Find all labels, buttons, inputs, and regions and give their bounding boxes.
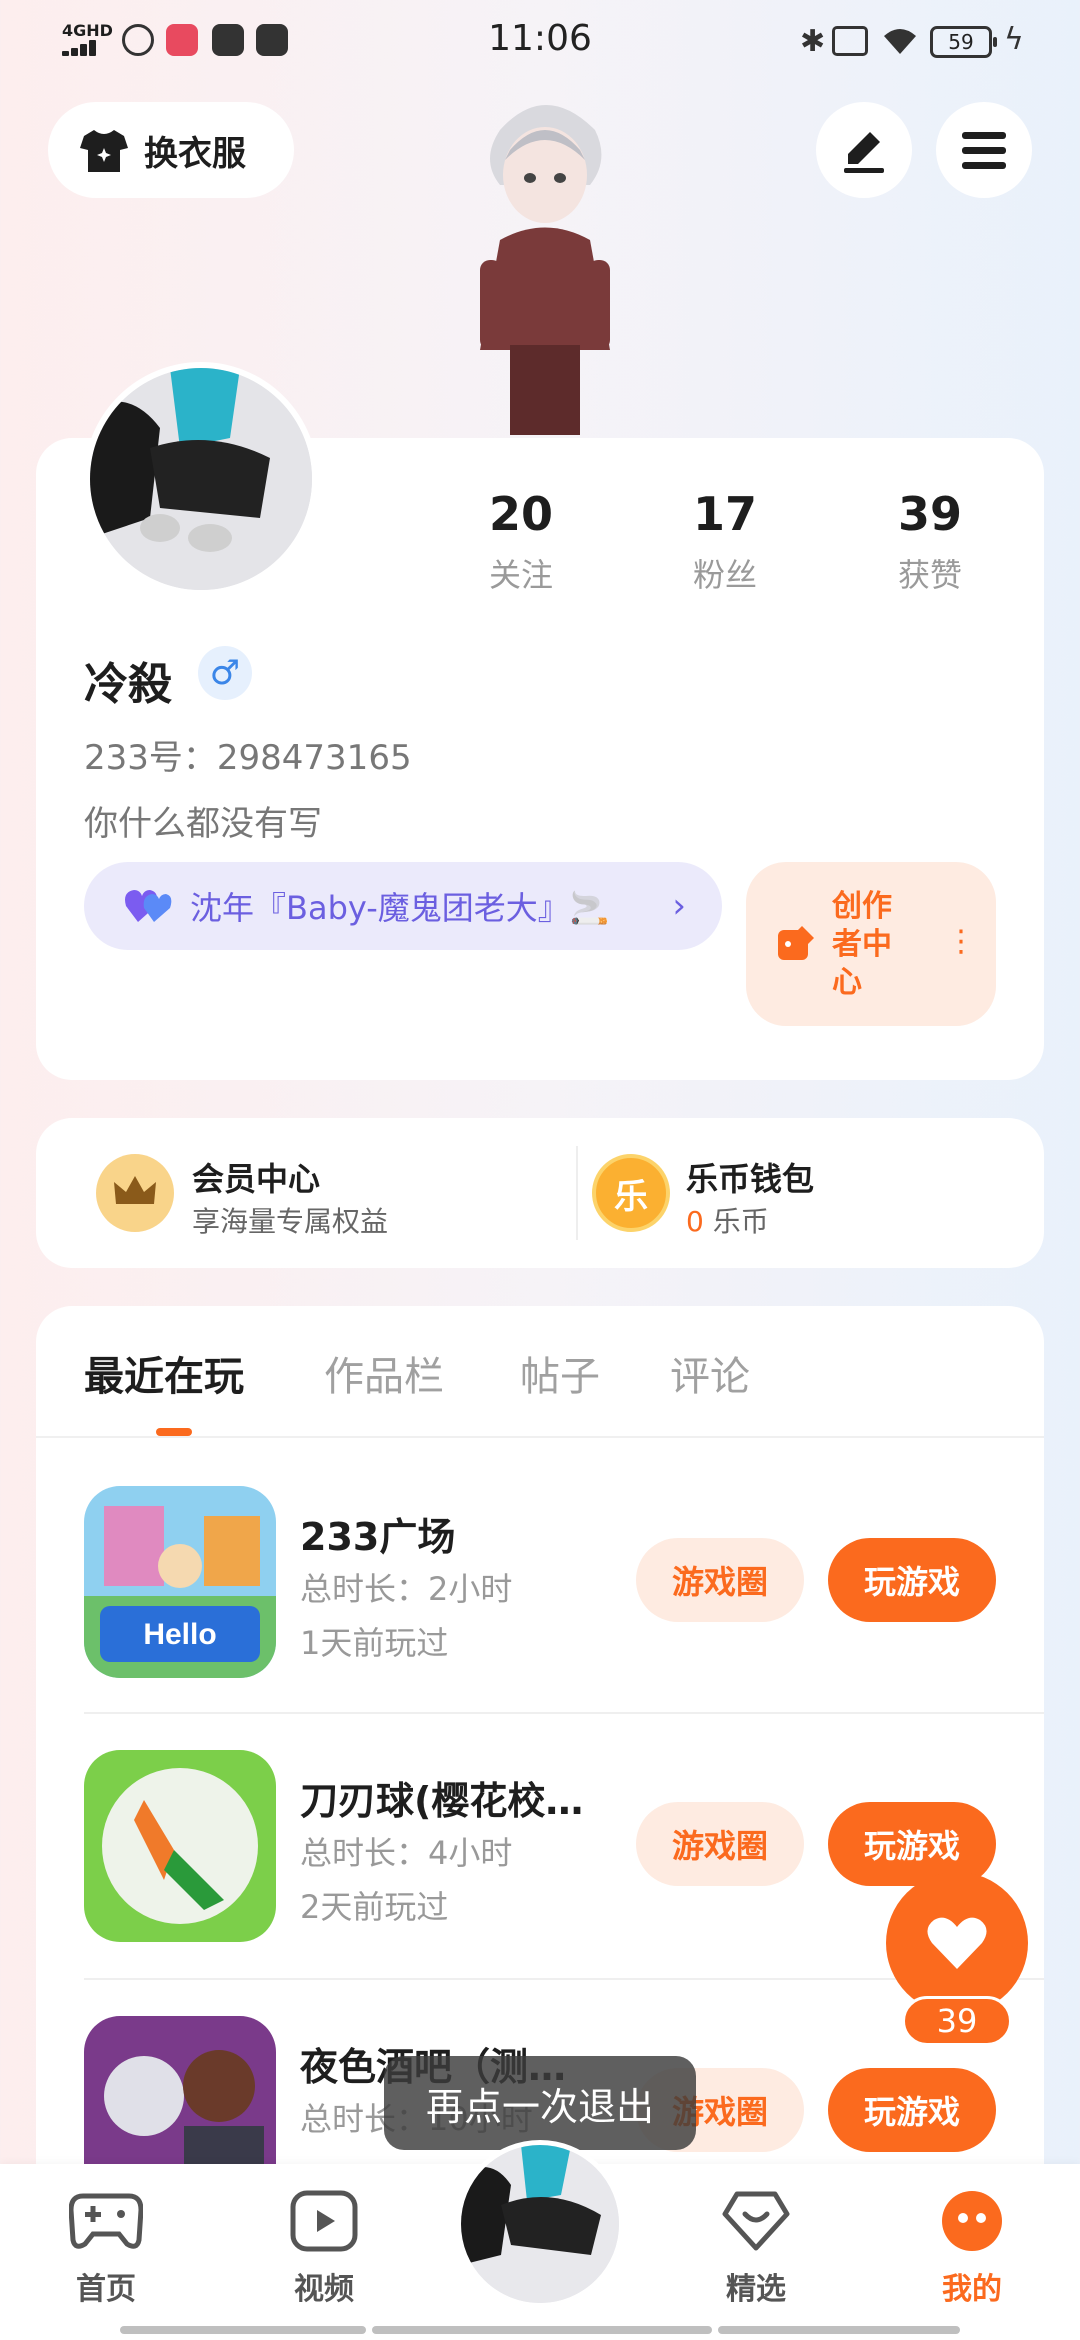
game-thumbnail[interactable] (84, 1750, 276, 1942)
gender-male-icon: ♂ (198, 646, 252, 700)
coin-balance: 0 乐币 (686, 1200, 769, 1240)
coin-unit: 乐币 (712, 1205, 769, 1238)
game-thumbnail[interactable]: Hello (84, 1486, 276, 1678)
nickname: 冷殺 (84, 659, 172, 710)
chevron-right-icon: › (672, 886, 686, 926)
game-last-played: 2天前玩过 (300, 1888, 449, 1926)
tab-posts[interactable]: 帖子 (520, 1344, 600, 1402)
vip-title[interactable]: 会员中心 (192, 1154, 320, 1200)
like-profile-button[interactable] (886, 1872, 1028, 2014)
double-heart-icon (125, 890, 172, 922)
wallet-card: 会员中心 享海量专属权益 乐 乐币钱包 0 乐币 (36, 1118, 1044, 1268)
nav-video[interactable]: 视频 (254, 2190, 394, 2308)
menu-button[interactable] (936, 102, 1032, 198)
play-game-button[interactable]: 玩游戏 (828, 2068, 996, 2152)
profile-face-icon (942, 2191, 1002, 2251)
stat-following[interactable]: 20 关注 (441, 486, 601, 596)
status-bar: 4GHD 11:06 ✱ 59 ϟ (0, 0, 1080, 80)
coin-wallet-title[interactable]: 乐币钱包 (686, 1154, 814, 1200)
heart-icon (927, 1917, 987, 1969)
stat-fans[interactable]: 17 粉丝 (645, 486, 805, 596)
nav-mine[interactable]: 我的 (902, 2190, 1042, 2308)
nav-mine-label: 我的 (942, 2272, 1002, 2307)
list-divider (84, 1712, 1044, 1714)
more-dots-icon: ⋮ (946, 924, 976, 959)
wifi-icon (884, 29, 916, 54)
game-circle-button[interactable]: 游戏圈 (636, 1538, 804, 1622)
wallet-divider (576, 1146, 578, 1240)
bluetooth-icon: ✱ (800, 24, 826, 59)
stat-fans-label: 粉丝 (692, 556, 757, 594)
cp-text: 沈年『Baby-魔鬼团老大』🚬 (190, 889, 610, 927)
vip-subtitle: 享海量专属权益 (192, 1205, 389, 1238)
like-count-badge: 39 (902, 1996, 1012, 2046)
user-id[interactable]: 233号：298473165 (84, 730, 412, 779)
stat-likes-value: 39 (897, 487, 962, 541)
charging-icon: ϟ (1004, 22, 1024, 57)
vibrate-icon (832, 26, 868, 56)
video-play-icon (290, 2190, 358, 2252)
nav-center-avatar[interactable] (456, 2140, 624, 2308)
exit-toast: 再点一次退出 (384, 2056, 696, 2150)
tab-recent[interactable]: 最近在玩 (84, 1344, 244, 1402)
tab-comments[interactable]: 评论 (670, 1344, 750, 1402)
gesture-bar (718, 2326, 960, 2334)
change-outfit-button[interactable]: 换衣服 (48, 102, 294, 198)
tab-works[interactable]: 作品栏 (324, 1344, 444, 1402)
stat-following-value: 20 (488, 487, 553, 541)
game-duration: 总时长：4小时 (300, 1834, 513, 1872)
bio[interactable]: 你什么都没有写 (84, 796, 322, 845)
edit-icon (844, 132, 884, 173)
stat-following-label: 关注 (488, 556, 553, 594)
vip-crown-icon (96, 1154, 174, 1232)
avatar-image (90, 368, 312, 590)
tabs-divider (36, 1436, 1044, 1438)
heart-gem-icon (722, 2191, 790, 2251)
center-avatar-image (461, 2145, 619, 2303)
game-circle-button[interactable]: 游戏圈 (636, 1802, 804, 1886)
avatar[interactable] (84, 362, 318, 596)
nav-home[interactable]: 首页 (36, 2190, 176, 2308)
list-item[interactable]: Hello 233广场 总时长：2小时 1天前玩过 游戏圈 玩游戏 (84, 1486, 996, 1682)
change-outfit-label: 换衣服 (144, 133, 246, 174)
list-item[interactable]: 刀刃球(樱花校… 总时长：4小时 2天前玩过 游戏圈 玩游戏 (84, 1750, 996, 1946)
stat-fans-value: 17 (692, 487, 757, 541)
nav-featured[interactable]: 精选 (686, 2190, 826, 2308)
creator-center-button[interactable]: 创作者中心 ⋮ (746, 862, 996, 1026)
cp-relationship-pill[interactable]: 沈年『Baby-魔鬼团老大』🚬 › (84, 862, 722, 950)
creator-icon (778, 926, 814, 960)
gesture-bar (372, 2326, 712, 2334)
coin-amount: 0 (686, 1205, 704, 1238)
stat-likes-label: 获赞 (897, 556, 962, 594)
play-game-button[interactable]: 玩游戏 (828, 1538, 996, 1622)
nav-featured-label: 精选 (726, 2272, 786, 2307)
tab-indicator (156, 1428, 192, 1436)
coin-icon: 乐 (592, 1154, 670, 1232)
gesture-bar (120, 2326, 366, 2334)
svg-text:Hello: Hello (143, 1618, 216, 1651)
stat-likes[interactable]: 39 获赞 (850, 486, 1010, 596)
game-title: 刀刃球(樱花校… (300, 1779, 584, 1823)
game-duration: 总时长：2小时 (300, 1570, 513, 1608)
shirt-icon (80, 130, 128, 172)
game-last-played: 1天前玩过 (300, 1624, 449, 1662)
edit-profile-button[interactable] (816, 102, 912, 198)
game-title: 233广场 (300, 1515, 456, 1559)
nav-home-label: 首页 (76, 2272, 136, 2307)
creator-center-label: 创作者中心 (832, 889, 892, 1000)
hamburger-icon (962, 132, 1006, 169)
avatar-character-3d[interactable] (450, 90, 640, 440)
nav-video-label: 视频 (294, 2272, 354, 2307)
battery-icon: 59 (930, 26, 997, 58)
gamepad-icon (68, 2193, 144, 2249)
